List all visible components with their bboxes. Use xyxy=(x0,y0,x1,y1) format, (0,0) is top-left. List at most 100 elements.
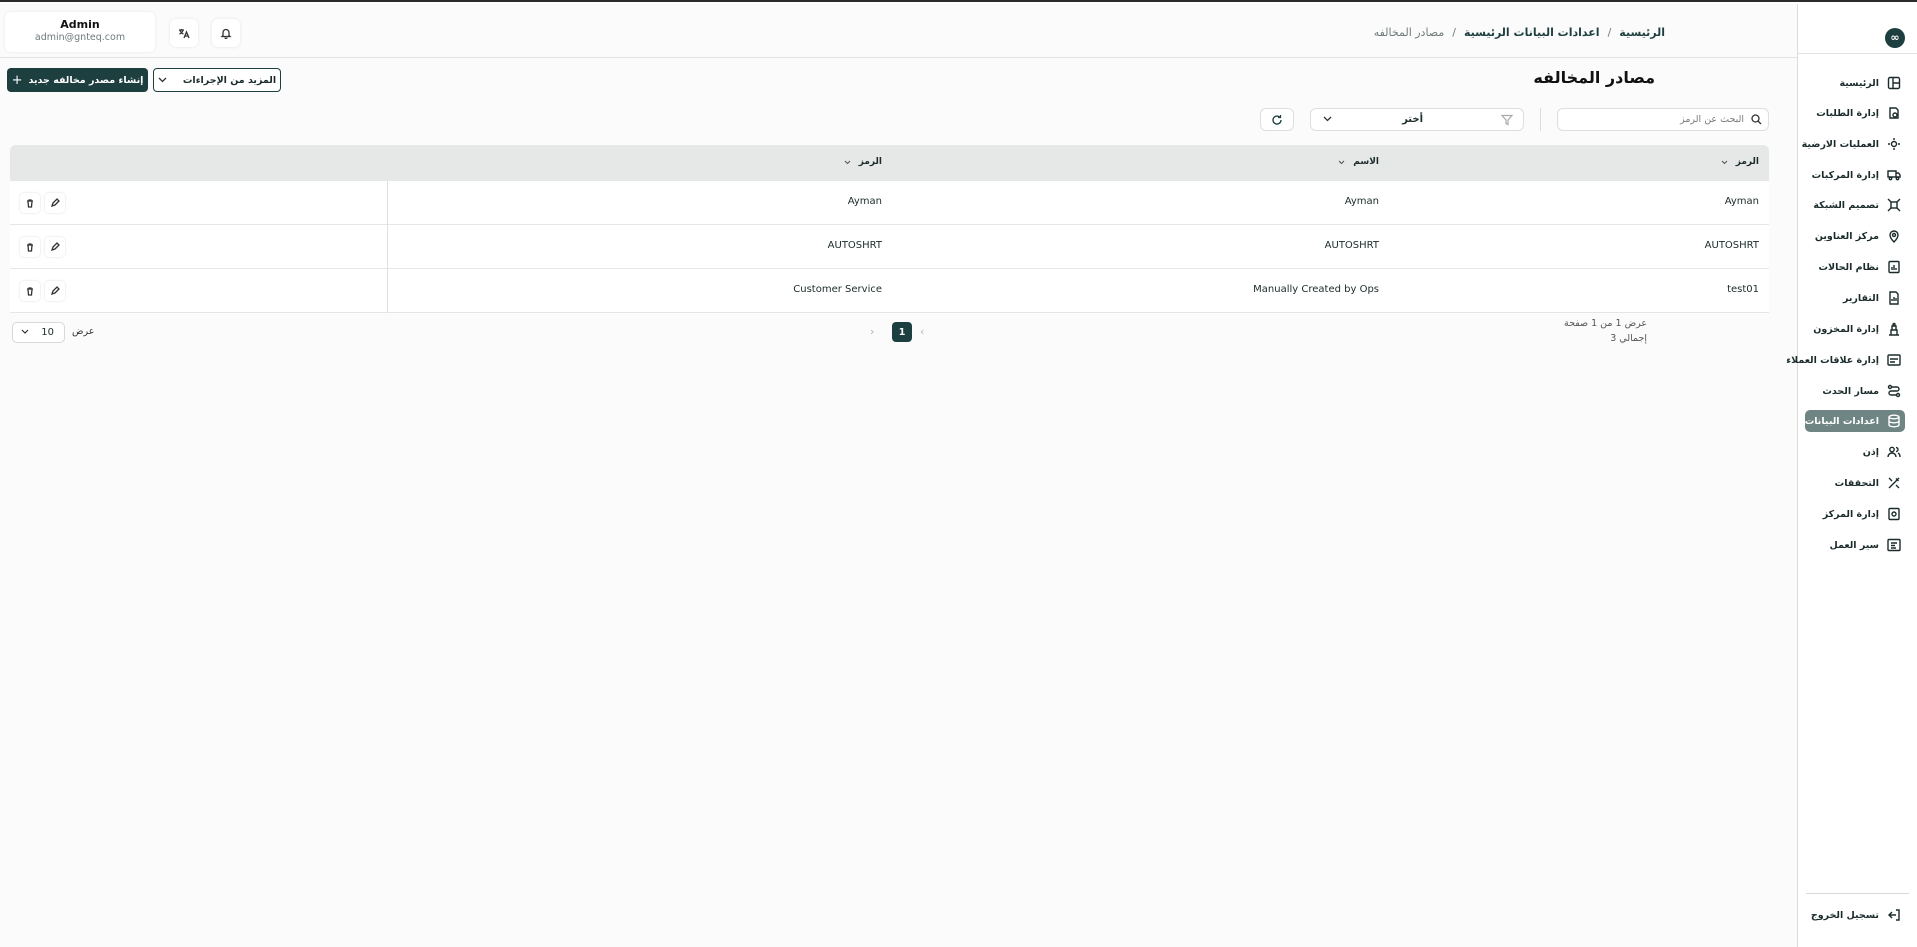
chevron-down-icon xyxy=(21,329,29,334)
sidebar-item-label: إذن xyxy=(1862,446,1879,458)
edit-button[interactable] xyxy=(45,237,65,257)
workflow-icon xyxy=(1887,538,1901,552)
sidebar-item-status[interactable]: نظام الحالات xyxy=(1805,256,1905,278)
sidebar-item-crm[interactable]: إدارة علاقات العملاء xyxy=(1786,349,1905,371)
report-icon xyxy=(1889,291,1899,305)
search-field xyxy=(1557,108,1769,131)
trash-icon xyxy=(27,199,33,208)
sidebar-item-event-route[interactable]: مسار الحدث xyxy=(1805,380,1905,402)
user-profile[interactable]: Admin admin@gnteq.com xyxy=(5,12,155,52)
main-content: Admin admin@gnteq.com الرئيسية / اعدادات… xyxy=(0,4,1797,947)
cell-code: AUTOSHRT xyxy=(1704,240,1759,251)
sidebar-item-network[interactable]: تصميم الشبكة xyxy=(1805,194,1905,216)
sidebar-item-data-settings[interactable]: اعدادات البيانات xyxy=(1805,410,1905,432)
sidebar-divider xyxy=(1806,893,1909,894)
sidebar-item-reports[interactable]: التقارير xyxy=(1805,287,1905,309)
column-header-code-2[interactable]: الرمز xyxy=(844,157,882,167)
status-icon xyxy=(1888,260,1900,274)
table-row[interactable]: AUTOSHRT AUTOSHRT AUTOSHRT xyxy=(10,225,1769,269)
sidebar-item-ground-ops[interactable]: العمليات الارضية xyxy=(1801,133,1905,155)
cell-code-2: Ayman xyxy=(847,196,882,207)
more-actions-label: المزيد من الإجراءات xyxy=(182,74,277,86)
create-button-label: إنشاء مصدر مخالفه جديد xyxy=(28,74,144,86)
sidebar-item-label: إدارة الطلبات xyxy=(1816,107,1879,119)
actions-divider xyxy=(387,225,388,269)
filter-divider xyxy=(1540,108,1541,131)
sidebar-item-home[interactable]: الرئيسية xyxy=(1805,72,1905,94)
edit-button[interactable] xyxy=(45,281,65,301)
sidebar-item-verifications[interactable]: التحققات xyxy=(1805,472,1905,494)
sidebar-item-label: إدارة المخزون xyxy=(1813,323,1879,335)
sidebar-item-permissions[interactable]: إذن xyxy=(1805,441,1905,463)
sidebar-item-label: إدارة المركز xyxy=(1822,508,1879,520)
filter-select[interactable]: أختر xyxy=(1310,108,1524,131)
chevron-down-icon xyxy=(1338,160,1345,164)
delete-button[interactable] xyxy=(20,237,40,257)
sidebar-item-label: اعدادات البيانات xyxy=(1804,415,1879,427)
cell-code-2: AUTOSHRT xyxy=(827,240,882,251)
pagination-total-text: إجمالي 3 xyxy=(1610,333,1647,344)
sidebar-item-workflow[interactable]: سير العمل xyxy=(1805,534,1905,556)
delete-button[interactable] xyxy=(20,281,40,301)
truck-icon xyxy=(1887,170,1901,181)
column-header-name[interactable]: الاسم xyxy=(1338,157,1379,167)
layout-icon xyxy=(1887,76,1901,90)
create-violation-source-button[interactable]: + إنشاء مصدر مخالفه جديد xyxy=(7,68,148,92)
language-button[interactable] xyxy=(170,19,198,47)
more-actions-button[interactable]: المزيد من الإجراءات xyxy=(153,68,281,92)
inventory-icon xyxy=(1889,322,1899,336)
chevron-down-icon xyxy=(844,160,851,164)
sidebar-logo: ∞ xyxy=(1798,24,1917,54)
logout-button[interactable]: تسجيل الخروج xyxy=(1805,904,1905,926)
sidebar: ∞ الرئيسية إدارة الطلبات العمليات الارضي… xyxy=(1786,4,1917,947)
prev-page-button[interactable]: ‹ xyxy=(920,325,924,338)
chevron-down-icon xyxy=(1721,160,1728,164)
logo-icon[interactable]: ∞ xyxy=(1885,28,1905,48)
filter-icon xyxy=(1501,114,1513,126)
route-icon xyxy=(1887,384,1901,398)
page-size-select[interactable]: 10 xyxy=(12,322,65,343)
ground-ops-icon xyxy=(1888,138,1900,150)
chevron-down-icon xyxy=(1323,116,1332,122)
breadcrumb: الرئيسية / اعدادات البيانات الرئيسية / م… xyxy=(1374,24,1665,40)
sidebar-item-label: العمليات الارضية xyxy=(1801,138,1879,150)
cell-name: Manually Created by Ops xyxy=(1253,284,1379,295)
page-number-button[interactable]: 1 xyxy=(892,322,912,342)
refresh-button[interactable] xyxy=(1260,108,1294,131)
notifications-button[interactable] xyxy=(212,19,240,47)
column-label: الرمز xyxy=(1735,157,1759,167)
sidebar-item-vehicles[interactable]: إدارة المركبات xyxy=(1805,164,1905,186)
edit-button[interactable] xyxy=(45,193,65,213)
sidebar-item-orders[interactable]: إدارة الطلبات xyxy=(1805,102,1905,124)
table-header: الرمز الاسم الرمز xyxy=(10,145,1769,181)
next-page-button[interactable]: › xyxy=(870,325,874,338)
chevron-down-icon xyxy=(158,77,167,83)
breadcrumb-current: مصادر المخالفه xyxy=(1373,25,1445,39)
sidebar-item-label: مسار الحدث xyxy=(1822,385,1879,397)
sidebar-item-addresses[interactable]: مركز العناوين xyxy=(1805,225,1905,247)
tools-icon xyxy=(1888,477,1900,489)
search-input[interactable] xyxy=(1564,111,1744,128)
pagination-pages-text: عرض 1 من 1 صفحة xyxy=(1563,318,1647,329)
sidebar-item-label: نظام الحالات xyxy=(1818,261,1879,273)
sidebar-item-inventory[interactable]: إدارة المخزون xyxy=(1805,318,1905,340)
column-label: الاسم xyxy=(1353,157,1379,167)
page-size-label: عرض xyxy=(72,326,95,337)
header-divider xyxy=(0,57,1797,58)
breadcrumb-separator: / xyxy=(1452,25,1456,39)
database-icon xyxy=(1888,414,1900,428)
breadcrumb-home[interactable]: الرئيسية xyxy=(1619,26,1665,39)
table-row[interactable]: test01 Manually Created by Ops Customer … xyxy=(10,269,1769,313)
network-icon xyxy=(1887,198,1901,212)
user-name: Admin xyxy=(60,18,100,31)
sidebar-item-hub[interactable]: إدارة المركز xyxy=(1805,503,1905,525)
logout-icon xyxy=(1888,909,1900,921)
breadcrumb-master-data[interactable]: اعدادات البيانات الرئيسية xyxy=(1464,26,1600,39)
sidebar-item-label: سير العمل xyxy=(1829,539,1879,551)
trash-icon xyxy=(27,287,33,296)
sidebar-item-label: إدارة المركبات xyxy=(1811,169,1879,181)
logout-label: تسجيل الخروج xyxy=(1810,909,1879,921)
table-row[interactable]: Ayman Ayman Ayman xyxy=(10,181,1769,225)
column-header-code[interactable]: الرمز xyxy=(1721,157,1759,167)
delete-button[interactable] xyxy=(20,193,40,213)
